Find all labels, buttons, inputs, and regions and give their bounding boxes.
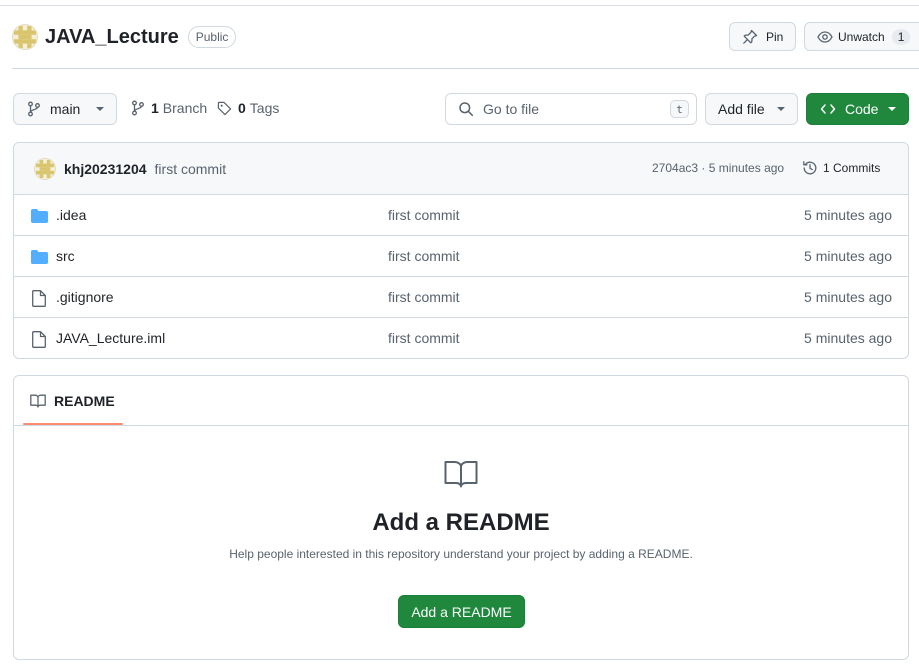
code-label: Code	[845, 101, 879, 117]
repo-name[interactable]: JAVA_Lecture	[45, 26, 179, 49]
repo-header: JAVA_Lecture Public	[12, 22, 237, 52]
author-avatar[interactable]	[34, 157, 56, 180]
commit-message[interactable]: first commit	[155, 161, 227, 177]
file-icon	[30, 289, 48, 307]
unwatch-button[interactable]: Unwatch 1	[804, 22, 919, 51]
commit-author[interactable]: khj20231204	[64, 161, 147, 177]
file-icon	[30, 330, 48, 348]
git-branch-icon	[28, 101, 40, 117]
book-icon	[30, 394, 46, 408]
tag-icon	[217, 101, 232, 115]
keyboard-shortcut-hint: t	[670, 100, 689, 118]
file-commit-message[interactable]: first commit	[388, 207, 460, 223]
branch-name: main	[50, 101, 81, 117]
chevron-down-icon	[777, 107, 785, 111]
identicon-icon	[14, 26, 36, 48]
go-to-file-input[interactable]: Go to file t	[445, 93, 697, 125]
book-icon	[444, 461, 478, 488]
header-divider	[12, 68, 919, 69]
code-button[interactable]: Code	[806, 93, 909, 125]
search-icon	[459, 102, 474, 117]
readme-panel: README Add a README Help people interest…	[13, 375, 909, 660]
file-commit-message[interactable]: first commit	[388, 289, 460, 305]
git-branch-icon	[132, 100, 144, 116]
file-row-gitignore[interactable]: .gitignore first commit 5 minutes ago	[14, 277, 908, 318]
file-table: khj20231204 first commit 2704ac3 · 5 min…	[13, 142, 909, 359]
file-updated-time: 5 minutes ago	[804, 330, 892, 346]
repo-avatar[interactable]	[12, 24, 38, 50]
pin-icon	[743, 29, 758, 44]
file-name[interactable]: .idea	[56, 207, 86, 223]
chevron-down-icon	[888, 107, 896, 111]
tag-count: 0	[238, 100, 246, 116]
add-file-label: Add file	[718, 101, 765, 117]
latest-commit-row: khj20231204 first commit 2704ac3 · 5 min…	[14, 143, 908, 195]
readme-divider	[14, 425, 908, 426]
tags-link[interactable]: 0 Tags	[217, 100, 279, 116]
branch-select-button[interactable]: main	[13, 93, 117, 125]
file-commit-message[interactable]: first commit	[388, 248, 460, 264]
top-divider	[0, 5, 919, 6]
chevron-down-icon	[96, 107, 104, 111]
file-name[interactable]: JAVA_Lecture.iml	[56, 330, 165, 346]
blank-state-title: Add a README	[372, 509, 550, 536]
identicon-icon	[36, 159, 54, 178]
watch-counter: 1	[891, 28, 911, 45]
file-updated-time: 5 minutes ago	[804, 289, 892, 305]
branches-link[interactable]: 1 Branch	[131, 100, 207, 116]
history-icon	[803, 161, 817, 175]
commits-history-link[interactable]: 1 Commits	[802, 160, 880, 176]
visibility-badge: Public	[187, 26, 237, 48]
eye-icon	[817, 30, 833, 43]
search-placeholder: Go to file	[483, 101, 540, 117]
file-name[interactable]: .gitignore	[56, 289, 114, 305]
folder-icon	[30, 207, 48, 225]
pin-label: Pin	[766, 29, 784, 44]
branch-count: 1	[151, 100, 159, 116]
file-row-src[interactable]: src first commit 5 minutes ago	[14, 236, 908, 277]
blank-state-description: Help people interested in this repositor…	[229, 547, 693, 561]
commit-hash-time[interactable]: 2704ac3 · 5 minutes ago	[652, 161, 784, 175]
add-readme-button[interactable]: Add a README	[398, 595, 525, 628]
commits-count-label: 1 Commits	[823, 161, 881, 175]
file-row-idea[interactable]: .idea first commit 5 minutes ago	[14, 195, 908, 236]
file-updated-time: 5 minutes ago	[804, 248, 892, 264]
folder-icon	[30, 248, 48, 266]
tag-label: Tags	[249, 100, 280, 116]
file-commit-message[interactable]: first commit	[388, 330, 460, 346]
branch-label: Branch	[162, 100, 208, 116]
readme-tab-label: README	[54, 392, 115, 409]
tab-readme[interactable]: README	[23, 376, 123, 425]
add-file-button[interactable]: Add file	[705, 93, 798, 125]
file-updated-time: 5 minutes ago	[804, 207, 892, 223]
unwatch-label: Unwatch	[838, 29, 885, 44]
file-row-iml[interactable]: JAVA_Lecture.iml first commit 5 minutes …	[14, 318, 908, 358]
file-name[interactable]: src	[56, 248, 75, 264]
pin-button[interactable]: Pin	[729, 22, 796, 51]
code-icon	[820, 104, 836, 114]
